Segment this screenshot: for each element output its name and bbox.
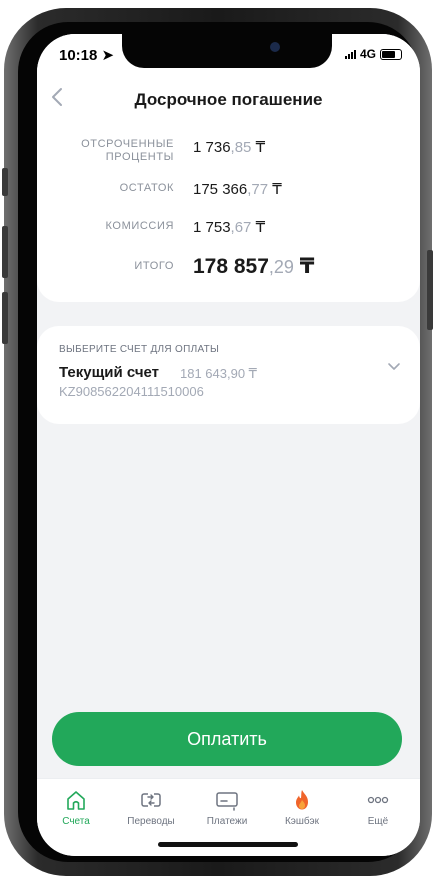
account-number: KZ908562204111510006 <box>59 384 204 399</box>
summary-label: КОМИССИЯ <box>105 220 174 232</box>
summary-value: 1 736,85 ₸ <box>193 139 266 156</box>
summary-total-value: 178 857,29 ₸ <box>193 255 315 278</box>
account-selector[interactable]: ВЫБЕРИТЕ СЧЕТ ДЛЯ ОПЛАТЫ Текущий счет 18… <box>37 326 420 424</box>
battery-icon <box>380 48 402 60</box>
status-indicators: 4G <box>344 47 402 61</box>
tab-cashback[interactable]: Кэшбэк <box>267 789 337 827</box>
status-time: 10:18 ➤ <box>59 47 115 64</box>
power-button <box>427 250 433 330</box>
volume-down-button <box>2 292 8 344</box>
summary-label: ОТСРОЧЕННЫЕ ПРОЦЕНТЫ <box>81 138 174 163</box>
silent-switch <box>2 168 8 196</box>
app-screen: 10:18 ➤ 4G Досрочное погашение ОТСРОЧЕНН… <box>37 34 420 856</box>
volume-up-button <box>2 226 8 278</box>
home-icon <box>67 791 85 810</box>
tab-label: Счета <box>62 816 90 827</box>
account-name: Текущий счет <box>59 364 160 381</box>
tab-label: Переводы <box>127 816 175 827</box>
summary-value: 1 753,67 ₸ <box>193 219 266 236</box>
more-icon <box>367 796 389 804</box>
tab-more[interactable]: Ещё <box>343 789 413 827</box>
header: Досрочное погашение <box>37 76 420 122</box>
summary-value: 175 366,77 ₸ <box>193 181 282 198</box>
account-section-title: ВЫБЕРИТЕ СЧЕТ ДЛЯ ОПЛАТЫ <box>59 344 220 355</box>
tab-payments[interactable]: Платежи <box>192 789 262 827</box>
front-camera <box>270 42 280 52</box>
page-title: Досрочное погашение <box>134 90 323 109</box>
tab-transfers[interactable]: Переводы <box>116 789 186 827</box>
payments-icon <box>216 792 238 811</box>
transfer-icon <box>141 792 161 808</box>
chevron-down-icon[interactable] <box>384 356 404 376</box>
payment-summary-card: ОТСРОЧЕННЫЕ ПРОЦЕНТЫ 1 736,85 ₸ ОСТАТОК … <box>37 122 420 302</box>
notch <box>122 34 332 68</box>
tab-label: Ещё <box>367 816 389 827</box>
home-indicator <box>158 842 298 847</box>
summary-label: ИТОГО <box>134 260 174 272</box>
tab-label: Кэшбэк <box>284 816 320 827</box>
tab-accounts[interactable]: Счета <box>41 789 111 827</box>
tab-label: Платежи <box>206 816 248 827</box>
summary-label: ОСТАТОК <box>119 182 174 194</box>
pay-button[interactable]: Оплатить <box>52 712 402 766</box>
account-balance: 181 643,90 ₸ <box>180 366 257 381</box>
location-arrow-icon: ➤ <box>101 47 115 64</box>
cashback-flame-icon <box>296 790 308 810</box>
signal-icon <box>344 49 356 59</box>
status-bar: 10:18 ➤ 4G <box>37 34 420 76</box>
network-type: 4G <box>359 47 376 61</box>
